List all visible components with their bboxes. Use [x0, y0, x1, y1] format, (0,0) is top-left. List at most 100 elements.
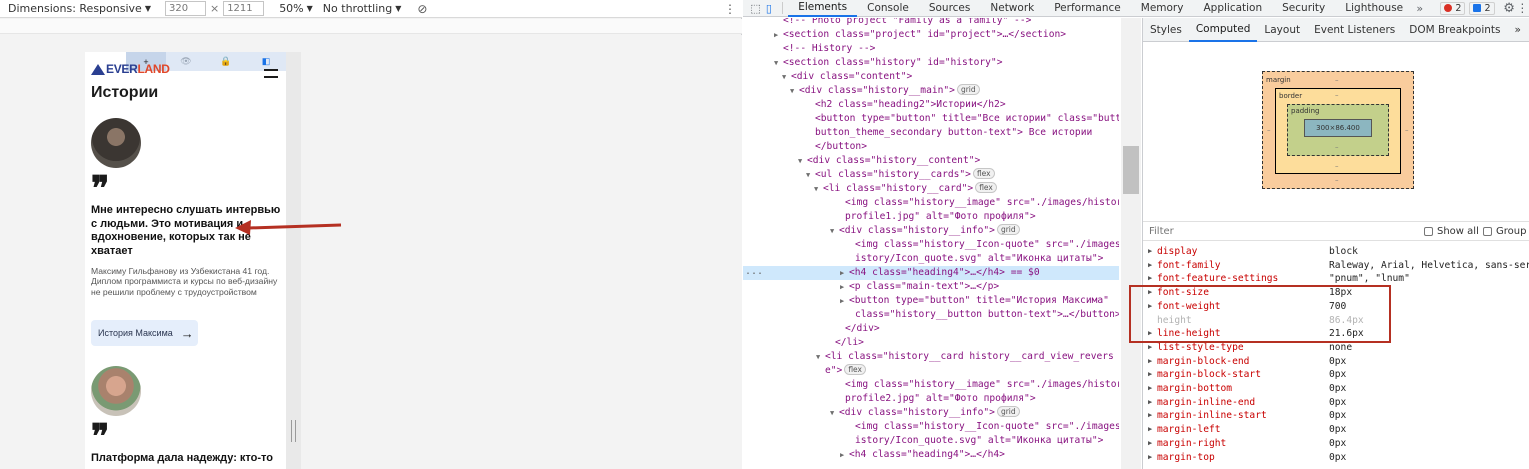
lock-icon[interactable]: 🔒: [206, 52, 246, 71]
resize-grip[interactable]: [291, 420, 296, 442]
expand-triangle-icon[interactable]: ▼: [806, 168, 815, 182]
tab-event-listeners[interactable]: Event Listeners: [1307, 18, 1402, 42]
dom-node-line[interactable]: istory/Icon_quote.svg" alt="Иконка цитат…: [743, 252, 1119, 266]
dom-node-line[interactable]: <img class="history__image" src="./image…: [743, 196, 1119, 210]
box-model-content[interactable]: 300×86.400: [1304, 119, 1372, 137]
elements-scrollbar-thumb[interactable]: [1123, 146, 1139, 194]
computed-property-row[interactable]: ▶ font-family Raleway, Arial, Helvetica, s…: [1143, 259, 1529, 273]
grid-badge[interactable]: grid: [996, 224, 1020, 235]
grid-badge[interactable]: grid: [996, 406, 1020, 417]
tab-layout[interactable]: Layout: [1257, 18, 1307, 42]
expand-triangle-icon[interactable]: ▶: [1148, 382, 1152, 396]
dom-node-line[interactable]: ▼ <ul class="history__cards"> flex: [743, 168, 1119, 182]
expand-triangle-icon[interactable]: ▼: [830, 406, 839, 420]
expand-triangle-icon[interactable]: ▼: [830, 224, 839, 238]
disable-rotate-icon[interactable]: ⊘: [417, 2, 427, 16]
tab-computed[interactable]: Computed: [1188, 18, 1258, 42]
dom-node-line[interactable]: ▼ <div class="history__content">: [743, 154, 1119, 168]
flex-badge[interactable]: flex: [975, 182, 997, 193]
tab-network[interactable]: Network: [980, 0, 1044, 17]
dom-node-line[interactable]: </li>: [743, 336, 1119, 350]
expand-triangle-icon[interactable]: ▶: [1148, 396, 1152, 410]
dom-node-line[interactable]: <!-- Photo project "Family as a family" …: [743, 18, 1119, 28]
inspect-element-icon[interactable]: ⬚: [749, 0, 762, 17]
dom-node-line[interactable]: ▼ <div class="history__info"> grid: [743, 224, 1119, 238]
expand-triangle-icon[interactable]: ▶: [1148, 245, 1152, 259]
zoom-dropdown[interactable]: 50% ▼: [279, 2, 313, 15]
settings-gear-icon[interactable]: ⚙: [1503, 0, 1516, 17]
expand-triangle-icon[interactable]: ▶: [840, 294, 849, 308]
customize-menu-icon[interactable]: ⋮: [1516, 0, 1529, 17]
dom-node-line[interactable]: ▼ <div class="history__info"> grid: [743, 406, 1119, 420]
filter-input[interactable]: Filter: [1149, 226, 1174, 237]
show-all-checkbox[interactable]: Show all: [1424, 226, 1479, 237]
expand-triangle-icon[interactable]: ▶: [1148, 368, 1152, 382]
dimensions-dropdown[interactable]: Dimensions: Responsive ▼: [8, 2, 151, 15]
dom-node-line[interactable]: ▼ <li class="history__card history__card_…: [743, 350, 1119, 364]
box-model-border[interactable]: border – – padding – 300×86.400: [1275, 88, 1401, 174]
expand-triangle-icon[interactable]: ▶: [840, 448, 849, 462]
dom-node-line[interactable]: e"> flex: [743, 364, 1119, 378]
tab-security[interactable]: Security: [1272, 0, 1335, 17]
expand-triangle-icon[interactable]: ▼: [790, 84, 799, 98]
messages-badge[interactable]: 2: [1469, 1, 1495, 15]
computed-property-row[interactable]: ▶ margin-inline-start 0px: [1143, 409, 1529, 423]
expand-triangle-icon[interactable]: ▼: [814, 182, 823, 196]
expand-triangle-icon[interactable]: ▶: [1148, 409, 1152, 423]
expand-triangle-icon[interactable]: ▶: [840, 266, 849, 280]
dom-node-line[interactable]: istory/Icon_quote.svg" alt="Иконка цитат…: [743, 434, 1119, 448]
dom-node-line[interactable]: ▼ <section class="history" id="history">: [743, 56, 1119, 70]
expand-triangle-icon[interactable]: ▶: [1148, 259, 1152, 273]
burger-menu-icon[interactable]: [264, 69, 278, 78]
dom-node-line[interactable]: <img class="history__Icon-quote" src="./…: [743, 420, 1119, 434]
dom-node-line[interactable]: class="history__button button-text">…</b…: [743, 308, 1119, 322]
height-input[interactable]: [223, 1, 265, 16]
more-tabs-icon[interactable]: »: [1413, 0, 1426, 17]
tab-dom-breakpoints[interactable]: DOM Breakpoints: [1402, 18, 1507, 42]
flex-badge[interactable]: flex: [844, 364, 866, 375]
throttling-dropdown[interactable]: No throttling ▼: [323, 2, 402, 15]
dom-node-line[interactable]: ▶ <h4 class="heading4">…</h4> == $0: [743, 266, 1119, 280]
tab-styles[interactable]: Styles: [1143, 18, 1189, 42]
dom-node-line[interactable]: </button>: [743, 140, 1119, 154]
group-checkbox[interactable]: Group: [1483, 226, 1526, 237]
width-input[interactable]: [164, 1, 206, 16]
computed-property-row[interactable]: ▶ margin-right 0px: [1143, 437, 1529, 451]
dom-node-line[interactable]: </div>: [743, 322, 1119, 336]
everland-logo[interactable]: EVERLAND: [91, 62, 170, 76]
dom-node-line[interactable]: <!-- History -->: [743, 42, 1119, 56]
tab-application[interactable]: Application: [1193, 0, 1272, 17]
expand-triangle-icon[interactable]: ▼: [782, 70, 791, 84]
dom-node-line[interactable]: <img class="history__image" src="./image…: [743, 378, 1119, 392]
box-model-padding[interactable]: padding – 300×86.400: [1287, 104, 1389, 156]
tab-memory[interactable]: Memory: [1131, 0, 1194, 17]
story-button[interactable]: История Максима →: [91, 320, 198, 346]
more-tabs-icon[interactable]: »: [1508, 18, 1528, 42]
more-options-icon[interactable]: ⋮: [724, 2, 736, 16]
grid-badge[interactable]: grid: [956, 84, 980, 95]
dom-node-line[interactable]: ▶ <p class="main-text">…</p>: [743, 280, 1119, 294]
dom-node-line[interactable]: ▼ <li class="history__card"> flex: [743, 182, 1119, 196]
dom-node-line[interactable]: profile1.jpg" alt="Фото профиля">: [743, 210, 1119, 224]
tab-console[interactable]: Console: [857, 0, 919, 17]
expand-triangle-icon[interactable]: ▼: [774, 56, 783, 70]
dom-node-line[interactable]: <img class="history__Icon-quote" src="./…: [743, 238, 1119, 252]
expand-triangle-icon[interactable]: ▼: [816, 350, 825, 364]
dom-node-line[interactable]: <button type="button" title="Все истории…: [743, 112, 1119, 126]
dom-node-line[interactable]: ▶ <button type="button" title="История Ма…: [743, 294, 1119, 308]
computed-property-row[interactable]: ▶ margin-block-end 0px: [1143, 355, 1529, 369]
expand-triangle-icon[interactable]: ▶: [1148, 451, 1152, 465]
computed-property-row[interactable]: ▶ display block: [1143, 245, 1529, 259]
computed-property-row[interactable]: ▶ margin-bottom 0px: [1143, 382, 1529, 396]
expand-triangle-icon[interactable]: ▶: [1148, 437, 1152, 451]
dom-node-line[interactable]: profile2.jpg" alt="Фото профиля">: [743, 392, 1119, 406]
tab-lighthouse[interactable]: Lighthouse: [1335, 0, 1413, 17]
tab-performance[interactable]: Performance: [1044, 0, 1131, 17]
dom-node-line[interactable]: <h2 class="heading2">Истории</h2>: [743, 98, 1119, 112]
computed-property-row[interactable]: ▶ margin-inline-end 0px: [1143, 396, 1529, 410]
dom-node-line[interactable]: ▶ <h4 class="heading4">…</h4>: [743, 448, 1119, 462]
dom-node-line[interactable]: ▶ <section class="project" id="project">……: [743, 28, 1119, 42]
tab-sources[interactable]: Sources: [919, 0, 981, 17]
expand-triangle-icon[interactable]: ▶: [774, 28, 783, 42]
expand-triangle-icon[interactable]: ▶: [1148, 423, 1152, 437]
